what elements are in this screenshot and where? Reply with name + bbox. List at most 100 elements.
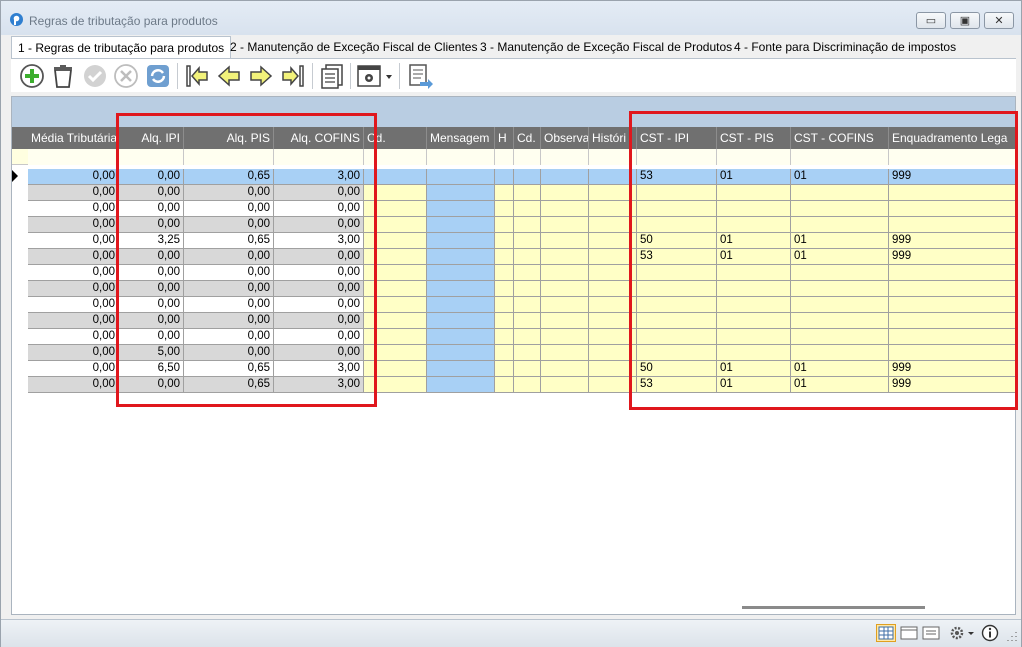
cell-msg[interactable] [427,297,495,313]
cell-cst_ipi[interactable] [637,345,717,361]
table-row[interactable]: 0,00 0,00 0,00 0,00 [12,217,1015,233]
cell-media[interactable]: 0,00 [28,249,119,265]
cell-obs[interactable] [541,297,589,313]
cell-cofins[interactable]: 0,00 [274,185,364,201]
close-button[interactable]: ✕ [984,12,1014,29]
cell-cst_cofins[interactable] [791,201,889,217]
cell-cst_pis[interactable]: 01 [717,233,791,249]
table-row[interactable]: 0,00 0,00 0,00 0,00 [12,281,1015,297]
cell-cst_pis[interactable]: 01 [717,361,791,377]
cell-pis[interactable]: 0,65 [184,233,274,249]
settings-dropdown-icon[interactable] [356,62,384,90]
confirm-icon[interactable] [81,62,109,90]
cell-obs[interactable] [541,265,589,281]
cell-cst_pis[interactable] [717,313,791,329]
cell-cofins[interactable]: 0,00 [274,281,364,297]
cell-cst_pis[interactable] [717,345,791,361]
cell-cst_cofins[interactable] [791,297,889,313]
next-record-icon[interactable] [247,62,275,90]
cell-enq[interactable]: 999 [889,249,1015,265]
cell-pis[interactable]: 0,00 [184,313,274,329]
cell-pis[interactable]: 0,00 [184,281,274,297]
cell-cst_pis[interactable] [717,185,791,201]
chevron-down-icon[interactable] [967,624,975,642]
minimize-button[interactable]: ▭ [916,12,946,29]
refresh-icon[interactable] [144,62,172,90]
cell-pis[interactable]: 0,00 [184,265,274,281]
cell-cst_ipi[interactable] [637,329,717,345]
cell-cd1[interactable] [364,377,427,393]
cell-media[interactable]: 0,00 [28,329,119,345]
cell-msg[interactable] [427,233,495,249]
cell-h[interactable] [495,377,514,393]
cell-ipi[interactable]: 0,00 [119,185,184,201]
cell-cd2[interactable] [514,185,541,201]
column-header-ipi[interactable]: Alq. IPI [119,127,184,149]
column-header-media[interactable]: Média Tributária [28,127,119,149]
cell-obs[interactable] [541,313,589,329]
tab-excecao-clientes[interactable]: 2 - Manutenção de Exceção Fiscal de Clie… [224,36,483,58]
cell-cd2[interactable] [514,313,541,329]
column-header-obs[interactable]: Observa [541,127,589,149]
cell-ipi[interactable]: 3,25 [119,233,184,249]
tab-regras-tributacao[interactable]: 1 - Regras de tributação para produtos [11,36,232,59]
cell-cst_cofins[interactable] [791,217,889,233]
table-row[interactable]: 0,00 0,00 0,00 0,00 [12,297,1015,313]
cell-cst_ipi[interactable] [637,265,717,281]
cell-media[interactable]: 0,00 [28,281,119,297]
previous-record-icon[interactable] [215,62,243,90]
cell-cst_cofins[interactable]: 01 [791,169,889,185]
filter-cell-pis[interactable] [184,149,274,165]
cell-cd2[interactable] [514,345,541,361]
cell-hist[interactable] [589,233,637,249]
cell-cd1[interactable] [364,265,427,281]
cell-hist[interactable] [589,313,637,329]
filter-cell-cst_pis[interactable] [717,149,791,165]
cell-hist[interactable] [589,201,637,217]
cell-media[interactable]: 0,00 [28,265,119,281]
cell-cd1[interactable] [364,201,427,217]
cell-ipi[interactable]: 0,00 [119,281,184,297]
cell-h[interactable] [495,297,514,313]
cell-obs[interactable] [541,233,589,249]
table-row[interactable]: 0,00 0,00 0,00 0,00 [12,265,1015,281]
cell-cst_cofins[interactable] [791,329,889,345]
cell-pis[interactable]: 0,65 [184,377,274,393]
table-row[interactable]: 0,00 6,50 0,65 3,00 50 01 01 999 [12,361,1015,377]
cell-cd1[interactable] [364,345,427,361]
cell-hist[interactable] [589,297,637,313]
filter-cell-cd1[interactable] [364,149,427,165]
cell-cofins[interactable]: 3,00 [274,233,364,249]
cell-hist[interactable] [589,345,637,361]
cell-cd2[interactable] [514,265,541,281]
column-header-cd1[interactable]: Cd. [364,127,427,149]
cell-media[interactable]: 0,00 [28,361,119,377]
cell-cst_ipi[interactable] [637,217,717,233]
cell-hist[interactable] [589,377,637,393]
cell-cst_pis[interactable] [717,329,791,345]
first-record-icon[interactable] [183,62,211,90]
cell-msg[interactable] [427,345,495,361]
cell-ipi[interactable]: 5,00 [119,345,184,361]
cell-cst_ipi[interactable]: 53 [637,249,717,265]
cell-media[interactable]: 0,00 [28,345,119,361]
cell-enq[interactable] [889,265,1015,281]
cell-cst_ipi[interactable] [637,313,717,329]
column-header-cofins[interactable]: Alq. COFINS [274,127,364,149]
cell-cd2[interactable] [514,297,541,313]
table-row[interactable]: 0,00 0,00 0,00 0,00 [12,313,1015,329]
cell-cst_cofins[interactable] [791,281,889,297]
cell-cst_ipi[interactable] [637,297,717,313]
cell-pis[interactable]: 0,65 [184,361,274,377]
cell-cst_cofins[interactable]: 01 [791,233,889,249]
cell-cst_cofins[interactable] [791,345,889,361]
cell-cd2[interactable] [514,201,541,217]
cell-enq[interactable] [889,281,1015,297]
cell-ipi[interactable]: 0,00 [119,201,184,217]
cell-h[interactable] [495,361,514,377]
cell-pis[interactable]: 0,00 [184,201,274,217]
last-record-icon[interactable] [279,62,307,90]
cell-cd2[interactable] [514,233,541,249]
detail-view-icon[interactable] [921,624,941,642]
cell-cst_cofins[interactable]: 01 [791,249,889,265]
